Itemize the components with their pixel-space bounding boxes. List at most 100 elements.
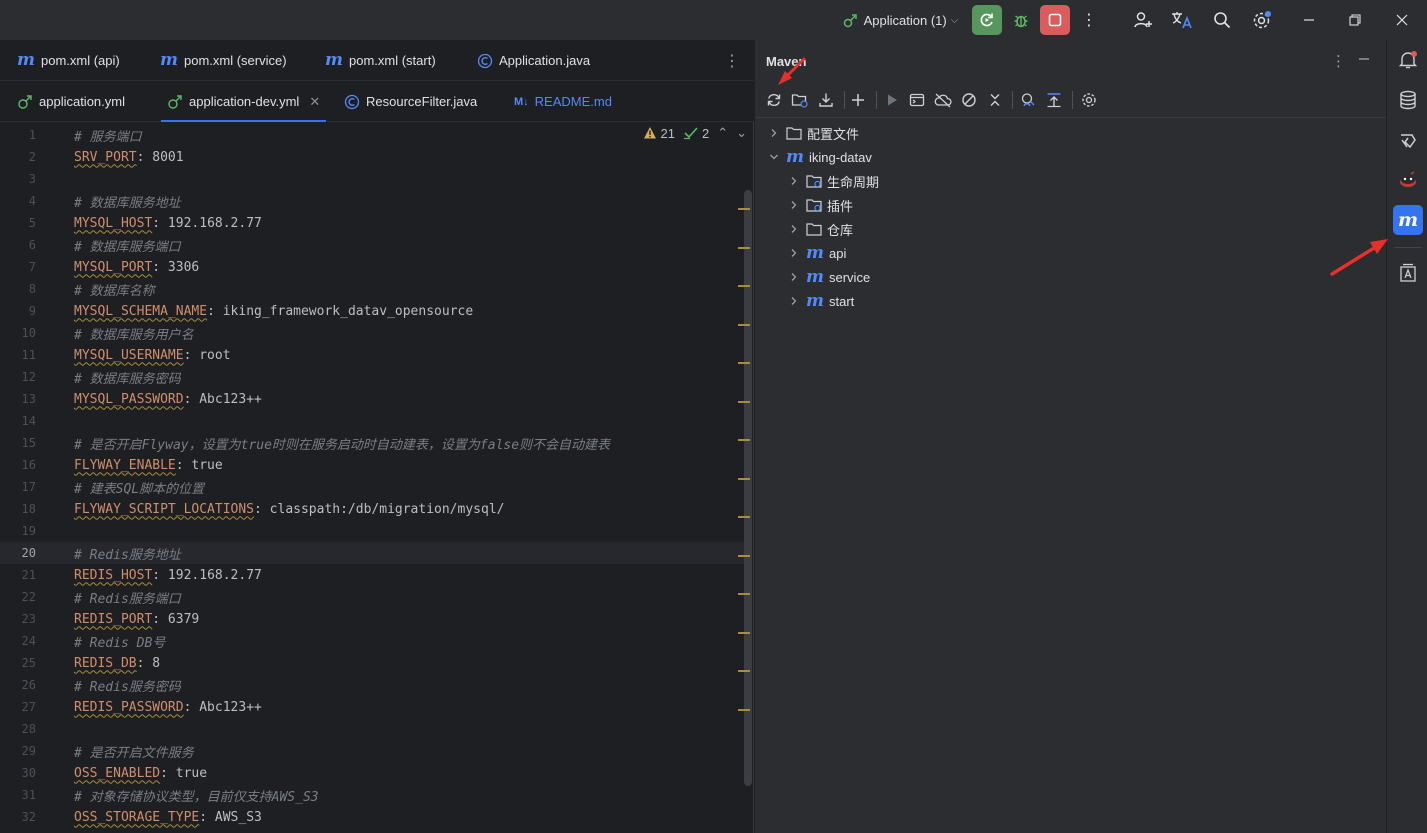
warning-marker[interactable]: [738, 323, 750, 326]
maven-settings-button[interactable]: [1079, 90, 1099, 110]
code-line[interactable]: 30 OSS_ENABLED: true: [0, 762, 744, 784]
code-line[interactable]: 6 # 数据库服务端口: [0, 234, 744, 256]
show-dependencies-button[interactable]: [1018, 90, 1038, 110]
text-tool-button[interactable]: [1393, 258, 1423, 288]
notifications-button[interactable]: [1393, 45, 1423, 75]
code-line[interactable]: 4 # 数据库服务地址: [0, 190, 744, 212]
code-editor[interactable]: 1 # 服务端口 2 SRV_PORT: 8001 3 4 # 数据库服务地址 5 MYSQL_…: [0, 122, 754, 833]
collapse-button[interactable]: [985, 90, 1005, 110]
code-line[interactable]: 22 # Redis服务端口: [0, 586, 744, 608]
warning-marker[interactable]: [738, 631, 750, 634]
tab-resourcefilter-java[interactable]: ResourceFilter.java: [344, 81, 477, 122]
toggle-offline-button[interactable]: [933, 90, 953, 110]
previous-highlight-icon[interactable]: ⌃: [717, 125, 728, 141]
code-line[interactable]: 23 REDIS_PORT: 6379: [0, 608, 744, 630]
rerun-button[interactable]: [972, 5, 1002, 35]
chevron-right-icon[interactable]: [789, 224, 801, 234]
run-config-selector[interactable]: Application (1) ⌵: [836, 0, 964, 40]
hide-panel-icon[interactable]: [1357, 52, 1371, 66]
code-line[interactable]: 2 SRV_PORT: 8001: [0, 146, 744, 168]
warning-marker[interactable]: [738, 593, 750, 595]
add-button[interactable]: [848, 90, 868, 110]
translate-button[interactable]: [1169, 0, 1195, 40]
maven-tree-node[interactable]: m iking-datav: [769, 145, 872, 169]
code-line[interactable]: 17 # 建表SQL脚本的位置: [0, 476, 744, 498]
code-line[interactable]: 21 REDIS_HOST: 192.168.2.77: [0, 564, 744, 586]
maven-tree-node[interactable]: 插件: [789, 193, 853, 217]
code-line[interactable]: 32 OSS_STORAGE_TYPE: AWS_S3: [0, 806, 744, 828]
editor-scrollbar[interactable]: [744, 190, 752, 786]
warning-marker[interactable]: [738, 400, 750, 403]
execute-goal-button[interactable]: [907, 90, 927, 110]
plugin-button[interactable]: [1393, 165, 1423, 195]
code-line[interactable]: 7 MYSQL_PORT: 3306: [0, 256, 744, 278]
maven-tree-node[interactable]: 生命周期: [789, 169, 879, 193]
code-line[interactable]: 27 REDIS_PASSWORD: Abc123++: [0, 696, 744, 718]
warning-marker[interactable]: [738, 246, 750, 249]
warning-marker[interactable]: [738, 554, 750, 557]
restore-button[interactable]: [1346, 0, 1364, 40]
chevron-right-icon[interactable]: [789, 248, 801, 258]
debug-button[interactable]: [1008, 0, 1034, 40]
code-line[interactable]: 29 # 是否开启文件服务: [0, 740, 744, 762]
code-line[interactable]: 20 # Redis服务地址: [0, 542, 744, 564]
chevron-right-icon[interactable]: [769, 128, 781, 138]
maven-tree-node[interactable]: 配置文件: [769, 121, 859, 145]
tab-pom-api[interactable]: m pom.xml (api): [17, 40, 120, 81]
tab-pom-service[interactable]: m pom.xml (service): [160, 40, 287, 81]
ai-assistant-button[interactable]: [1393, 125, 1423, 155]
more-button[interactable]: ⋮: [1078, 0, 1100, 40]
next-highlight-icon[interactable]: ⌄: [736, 125, 747, 141]
add-user-button[interactable]: [1130, 0, 1156, 40]
warning-marker[interactable]: [738, 285, 750, 287]
inspection-widget[interactable]: 21 2 ⌃ ⌄: [643, 125, 747, 141]
maven-tree-node[interactable]: 仓库: [789, 217, 853, 241]
code-line[interactable]: 12 # 数据库服务密码: [0, 366, 744, 388]
code-line[interactable]: 31 # 对象存储协议类型，目前仅支持AWS_S3: [0, 784, 744, 806]
warning-marker[interactable]: [738, 516, 750, 518]
tab-pom-start[interactable]: m pom.xml (start): [325, 40, 436, 81]
code-line[interactable]: 18 FLYWAY_SCRIPT_LOCATIONS: classpath:/db…: [0, 498, 744, 520]
warning-marker[interactable]: [738, 708, 750, 711]
code-line[interactable]: 9 MYSQL_SCHEMA_NAME: iking_framework_data…: [0, 300, 744, 322]
close-tab-icon[interactable]: ✕: [309, 94, 320, 110]
stop-button[interactable]: [1040, 5, 1070, 35]
maven-tree-node[interactable]: m api: [789, 241, 846, 265]
tab-application-dev-yml[interactable]: application-dev.yml ✕: [160, 81, 327, 122]
maven-tool-button[interactable]: m: [1393, 205, 1423, 235]
tab-readme-md[interactable]: M↓ README.md: [514, 81, 612, 122]
code-line[interactable]: 25 REDIS_DB: 8: [0, 652, 744, 674]
tab-application-yml[interactable]: application.yml: [17, 81, 125, 122]
reload-button[interactable]: [764, 90, 784, 110]
code-line[interactable]: 5 MYSQL_HOST: 192.168.2.77: [0, 212, 744, 234]
code-line[interactable]: 8 # 数据库名称: [0, 278, 744, 300]
code-line[interactable]: 28: [0, 718, 744, 740]
code-line[interactable]: 19: [0, 520, 744, 542]
code-line[interactable]: 15 # 是否开启Flyway，设置为true时则在服务启动时自动建表，设置为fa…: [0, 432, 744, 454]
ok-indicator[interactable]: 2: [683, 126, 709, 141]
add-maven-project-button[interactable]: [790, 90, 810, 110]
code-line[interactable]: 24 # Redis DB号: [0, 630, 744, 652]
chevron-down-icon[interactable]: [769, 152, 781, 162]
minimize-button[interactable]: [1300, 0, 1318, 40]
skip-tests-button[interactable]: [959, 90, 979, 110]
tab-application-java[interactable]: Application.java: [477, 40, 590, 81]
chevron-right-icon[interactable]: [789, 200, 801, 210]
tabs-more-button[interactable]: ⋮: [724, 40, 740, 81]
code-line[interactable]: 11 MYSQL_USERNAME: root: [0, 344, 744, 366]
code-line[interactable]: 10 # 数据库服务用户名: [0, 322, 744, 344]
code-line[interactable]: 14: [0, 410, 744, 432]
code-line[interactable]: 26 # Redis服务密码: [0, 674, 744, 696]
close-button[interactable]: [1393, 0, 1411, 40]
warning-marker[interactable]: [738, 439, 750, 441]
code-line[interactable]: 1 # 服务端口: [0, 124, 744, 146]
warning-marker[interactable]: [738, 362, 750, 364]
maven-tree-node[interactable]: m start: [789, 289, 854, 313]
more-icon[interactable]: ⋮: [1331, 52, 1346, 70]
run-button[interactable]: [882, 90, 902, 110]
code-line[interactable]: 3: [0, 168, 744, 190]
warning-marker[interactable]: [738, 208, 750, 210]
search-button[interactable]: [1209, 0, 1235, 40]
code-line[interactable]: 13 MYSQL_PASSWORD: Abc123++: [0, 388, 744, 410]
download-sources-button[interactable]: [816, 90, 836, 110]
